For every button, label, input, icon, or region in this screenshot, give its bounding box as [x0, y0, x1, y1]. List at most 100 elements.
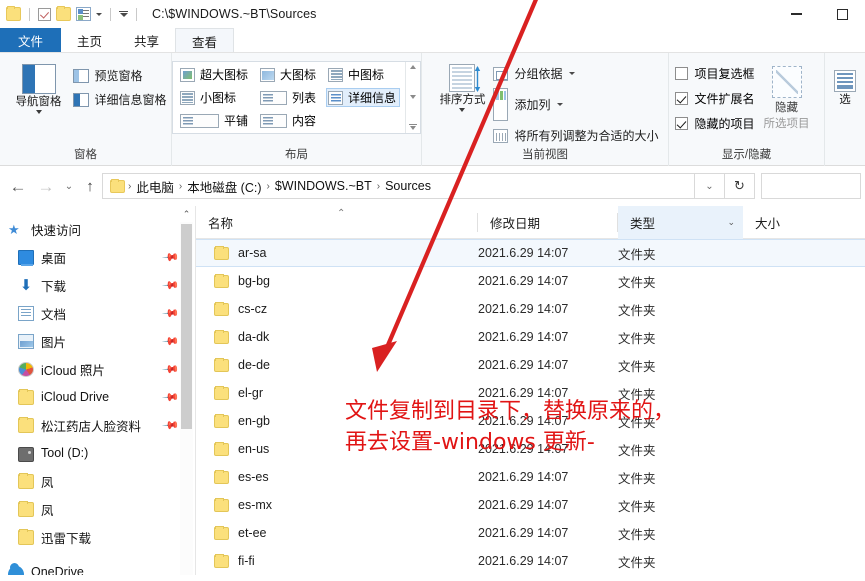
- up-level-button[interactable]: ↑: [78, 172, 102, 200]
- table-row[interactable]: el-gr 2021.6.29 14:07 文件夹: [196, 379, 865, 407]
- maximize-button[interactable]: [819, 0, 865, 28]
- group-by-button[interactable]: 分组依据: [493, 65, 658, 82]
- layout-option-medium-icons[interactable]: 中图标: [326, 65, 400, 84]
- sidebar-item-documents[interactable]: 文档 📌: [0, 299, 196, 327]
- minimize-button[interactable]: [773, 0, 819, 28]
- sidebar-item-downloads[interactable]: ⬇ 下载 📌: [0, 271, 196, 299]
- ribbon-group-current-view-label: 当前视图: [522, 149, 568, 161]
- file-date-cell: 2021.6.29 14:07: [478, 246, 569, 260]
- preview-pane-button[interactable]: 预览窗格: [72, 67, 167, 84]
- table-row[interactable]: es-es 2021.6.29 14:07 文件夹: [196, 463, 865, 491]
- navigation-pane-button[interactable]: 导航窗格: [5, 60, 73, 114]
- sidebar-item-onedrive[interactable]: OneDrive: [0, 558, 196, 575]
- table-row[interactable]: da-dk 2021.6.29 14:07 文件夹: [196, 323, 865, 351]
- column-header-date[interactable]: 修改日期: [478, 206, 618, 239]
- forward-button[interactable]: →: [32, 172, 60, 200]
- search-box[interactable]: [761, 173, 861, 199]
- table-row[interactable]: et-ee 2021.6.29 14:07 文件夹: [196, 519, 865, 547]
- sidebar-item-feng-1[interactable]: 凤: [0, 467, 196, 495]
- file-date-cell: 2021.6.29 14:07: [478, 442, 569, 456]
- layout-option-content[interactable]: 内容: [258, 111, 320, 130]
- breadcrumb-windows-bt[interactable]: $WINDOWS.~BT: [271, 179, 376, 193]
- table-row[interactable]: es-mx 2021.6.29 14:07 文件夹: [196, 491, 865, 519]
- table-row[interactable]: de-de 2021.6.29 14:07 文件夹: [196, 351, 865, 379]
- scroll-up-icon[interactable]: ⌃: [180, 206, 193, 222]
- breadcrumb-sources[interactable]: Sources: [381, 179, 435, 193]
- tab-file[interactable]: 文件: [0, 28, 62, 53]
- properties-check-icon[interactable]: [38, 7, 51, 21]
- layout-option-small-icons[interactable]: 小图标: [178, 88, 252, 107]
- layout-option-list[interactable]: 列表: [258, 88, 320, 107]
- pin-icon[interactable]: 📌: [162, 388, 181, 406]
- sidebar-item-icloud-photos[interactable]: iCloud 照片 📌: [0, 355, 196, 383]
- tab-home[interactable]: 主页: [61, 28, 118, 53]
- sidebar-item-xunlei-downloads[interactable]: 迅雷下载: [0, 523, 196, 551]
- new-folder-icon[interactable]: [56, 6, 71, 21]
- folder-icon: [18, 416, 34, 433]
- sidebar-item-desktop[interactable]: 桌面 📌: [0, 243, 196, 271]
- toolbar-divider-3: [136, 7, 137, 21]
- sidebar-item-pictures[interactable]: 图片 📌: [0, 327, 196, 355]
- table-row[interactable]: cs-cz 2021.6.29 14:07 文件夹: [196, 295, 865, 323]
- file-name-cell: bg-bg: [196, 273, 478, 288]
- back-button[interactable]: ←: [4, 172, 32, 200]
- breadcrumb-this-pc[interactable]: 此电脑: [132, 177, 178, 196]
- navigation-pane-icon: [21, 64, 56, 94]
- item-checkboxes-toggle[interactable]: 项目复选框: [674, 65, 755, 82]
- table-row[interactable]: en-gb 2021.6.29 14:07 文件夹: [196, 407, 865, 435]
- pin-icon[interactable]: 📌: [162, 360, 181, 378]
- table-row[interactable]: ar-sa 2021.6.29 14:07 文件夹: [196, 239, 865, 267]
- column-header-type[interactable]: 类型 ⌄: [618, 205, 743, 239]
- add-columns-button[interactable]: 添加列: [493, 88, 658, 121]
- customize-quick-access-icon[interactable]: [119, 10, 128, 18]
- sidebar-item-icloud-drive[interactable]: iCloud Drive 📌: [0, 383, 196, 411]
- column-header-size[interactable]: 大小: [743, 206, 843, 239]
- pin-icon[interactable]: 📌: [162, 248, 181, 266]
- recent-locations-button[interactable]: ⌄: [60, 172, 78, 200]
- pin-icon[interactable]: 📌: [162, 416, 181, 434]
- sidebar-scrollbar[interactable]: ⌃: [180, 206, 193, 575]
- table-row[interactable]: bg-bg 2021.6.29 14:07 文件夹: [196, 267, 865, 295]
- tab-view[interactable]: 查看: [175, 28, 235, 53]
- address-dropdown-button[interactable]: ⌄: [695, 173, 725, 199]
- tab-share[interactable]: 共享: [118, 28, 175, 53]
- table-row[interactable]: en-us 2021.6.29 14:07 文件夹: [196, 435, 865, 463]
- scroll-down-icon[interactable]: [410, 94, 417, 99]
- search-input[interactable]: [762, 174, 860, 198]
- pin-icon[interactable]: 📌: [162, 304, 181, 322]
- layout-option-large-icons[interactable]: 大图标: [258, 65, 320, 84]
- customize-list-icon[interactable]: [76, 7, 91, 21]
- layout-option-tiles[interactable]: 平铺: [178, 111, 252, 130]
- layout-option-details[interactable]: 详细信息: [326, 88, 401, 107]
- scroll-up-icon[interactable]: [410, 65, 417, 69]
- pin-icon[interactable]: 📌: [162, 276, 181, 294]
- refresh-button[interactable]: ↻: [725, 173, 755, 199]
- folder-icon[interactable]: [6, 6, 21, 21]
- sidebar-item-label: 文档: [41, 307, 67, 322]
- sidebar-item-quick-access[interactable]: ★ 快速访问: [0, 215, 196, 243]
- sidebar-item-songjiang[interactable]: 松江药店人脸资料 📌: [0, 411, 196, 439]
- size-columns-to-fit-button[interactable]: 将所有列调整为合适的大小: [493, 127, 659, 144]
- breadcrumb-bar[interactable]: › 此电脑 › 本地磁盘 (C:) › $WINDOWS.~BT › Sourc…: [102, 173, 695, 199]
- more-options-icon[interactable]: [409, 124, 418, 130]
- layout-option-extra-large-icons[interactable]: 超大图标: [178, 65, 252, 84]
- layout-gallery: 超大图标 小图标 平铺 大图标 列表 内容 中图标 详细信息: [171, 61, 422, 134]
- sort-by-button[interactable]: 排序方式: [431, 60, 493, 112]
- details-pane-button[interactable]: 详细信息窗格: [72, 91, 167, 108]
- chevron-down-icon[interactable]: ⌄: [727, 217, 735, 228]
- scrollbar-thumb[interactable]: [181, 224, 192, 429]
- pin-icon[interactable]: 📌: [162, 332, 181, 350]
- table-row[interactable]: fi-fi 2021.6.29 14:07 文件夹: [196, 547, 865, 575]
- pane-divider[interactable]: [195, 206, 196, 575]
- hide-selected-items-button[interactable]: 隐藏 所选项目: [755, 63, 819, 131]
- column-header-name[interactable]: 名称 ⌃: [196, 206, 478, 239]
- sidebar-item-tool-d[interactable]: Tool (D:): [0, 439, 196, 467]
- file-extensions-toggle[interactable]: 文件扩展名: [674, 90, 755, 107]
- main-content: ★ 快速访问 桌面 📌 ⬇ 下载 📌 文档 📌 图片 📌 iCloud 照片 📌…: [0, 205, 865, 575]
- breadcrumb-local-disk[interactable]: 本地磁盘 (C:): [183, 177, 265, 196]
- sidebar-item-feng-2[interactable]: 凤: [0, 495, 196, 523]
- hidden-items-toggle[interactable]: 隐藏的项目: [674, 115, 755, 132]
- layout-gallery-scrollbar[interactable]: [405, 62, 420, 133]
- dropdown-caret-icon[interactable]: [96, 12, 102, 16]
- options-button[interactable]: 选: [825, 66, 865, 107]
